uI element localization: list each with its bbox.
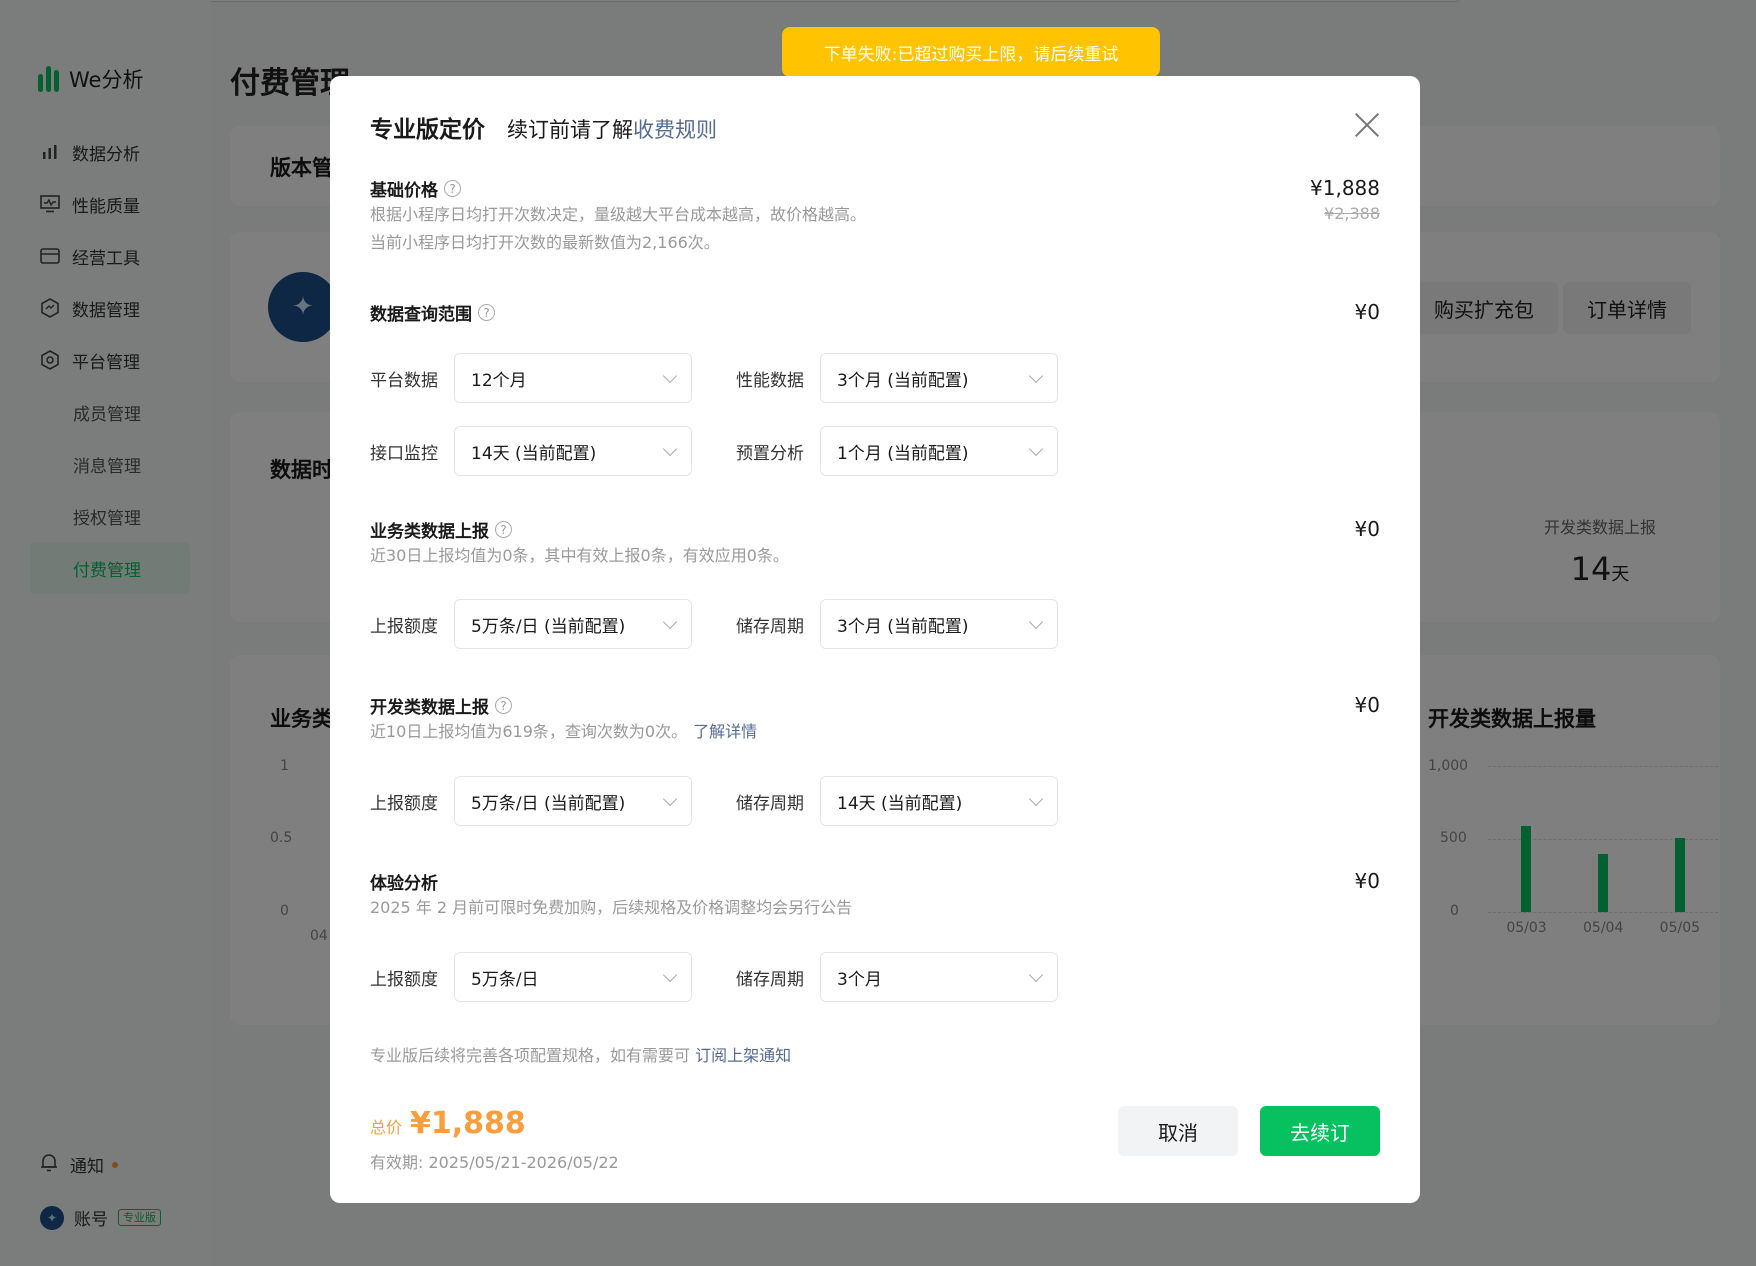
dev-quota-select[interactable]: 5万条/日 (当前配置) [454, 776, 692, 826]
chevron-down-icon [662, 614, 678, 629]
chevron-down-icon [662, 967, 678, 982]
preset-analysis-field: 预置分析 1个月 (当前配置) [736, 426, 1058, 476]
field-label: 预置分析 [736, 443, 804, 464]
help-icon[interactable]: ? [495, 697, 512, 714]
chevron-down-icon [1028, 368, 1044, 383]
dialog-header: 专业版定价 续订前请了解收费规则 [370, 110, 717, 144]
biz-report-section: 业务类数据上报? 近30日上报均值为0条，其中有效上报0条，有效应用0条。 ¥0 [370, 517, 1380, 570]
section-price: ¥1,888 ¥2,388 [1310, 176, 1380, 223]
billing-rules-link[interactable]: 收费规则 [633, 118, 717, 142]
section-desc: 2025 年 2 月前可限时免费加购，后续规格及价格调整均会另行公告 [370, 898, 853, 917]
api-monitor-field: 接口监控 14天 (当前配置) [370, 426, 692, 476]
api-monitor-select[interactable]: 14天 (当前配置) [454, 426, 692, 476]
section-price: ¥0 [1354, 517, 1380, 541]
exp-quota-select[interactable]: 5万条/日 [454, 952, 692, 1002]
base-price-section: 基础价格? 根据小程序日均打开次数决定，量级越大平台成本越高，故价格越高。 当前… [370, 176, 1380, 257]
field-label: 储存周期 [736, 616, 804, 637]
field-label: 接口监控 [370, 443, 438, 464]
section-price: ¥0 [1354, 869, 1380, 893]
exp-period-select[interactable]: 3个月 [820, 952, 1058, 1002]
field-label: 上报额度 [370, 616, 438, 637]
chevron-down-icon [1028, 614, 1044, 629]
biz-period-field: 储存周期 3个月 (当前配置) [736, 599, 1058, 649]
platform-data-field: 平台数据 12个月 [370, 353, 692, 403]
help-icon[interactable]: ? [444, 180, 461, 197]
chevron-down-icon [1028, 441, 1044, 456]
exp-period-field: 储存周期 3个月 [736, 952, 1058, 1002]
dev-report-section: 开发类数据上报? 近10日上报均值为619条，查询次数为0次。 了解详情 ¥0 [370, 693, 1380, 746]
current-price: ¥1,888 [1310, 176, 1380, 200]
experience-analysis-section: 体验分析 2025 年 2 月前可限时免费加购，后续规格及价格调整均会另行公告 … [370, 869, 1380, 922]
chevron-down-icon [662, 368, 678, 383]
query-range-section: 数据查询范围? ¥0 [370, 300, 1380, 325]
validity-period: 有效期: 2025/05/21-2026/05/22 [370, 1153, 619, 1172]
field-label: 储存周期 [736, 793, 804, 814]
perf-data-select[interactable]: 3个月 (当前配置) [820, 353, 1058, 403]
total-label: 总价 [370, 1118, 403, 1137]
section-title: 基础价格? [370, 176, 1380, 201]
dev-quota-field: 上报额度 5万条/日 (当前配置) [370, 776, 692, 826]
section-title: 业务类数据上报? [370, 517, 1380, 542]
field-label: 上报额度 [370, 793, 438, 814]
chevron-down-icon [662, 441, 678, 456]
chevron-down-icon [1028, 791, 1044, 806]
field-label: 性能数据 [736, 370, 804, 391]
learn-more-link[interactable]: 了解详情 [693, 722, 757, 741]
biz-quota-field: 上报额度 5万条/日 (当前配置) [370, 599, 692, 649]
cancel-button[interactable]: 取消 [1118, 1106, 1238, 1156]
chevron-down-icon [662, 791, 678, 806]
biz-period-select[interactable]: 3个月 (当前配置) [820, 599, 1058, 649]
section-desc: 当前小程序日均打开次数的最新数值为2,166次。 [370, 233, 720, 252]
section-price: ¥0 [1354, 693, 1380, 717]
field-label: 平台数据 [370, 370, 438, 391]
footer-note: 专业版后续将完善各项配置规格，如有需要可 订阅上架通知 [370, 1046, 792, 1065]
dev-period-select[interactable]: 14天 (当前配置) [820, 776, 1058, 826]
preset-analysis-select[interactable]: 1个月 (当前配置) [820, 426, 1058, 476]
help-icon[interactable]: ? [495, 521, 512, 538]
section-desc: 近30日上报均值为0条，其中有效上报0条，有效应用0条。 [370, 546, 789, 565]
section-title: 体验分析 [370, 874, 438, 894]
dialog-title: 专业版定价 [370, 117, 485, 143]
perf-data-field: 性能数据 3个月 (当前配置) [736, 353, 1058, 403]
biz-quota-select[interactable]: 5万条/日 (当前配置) [454, 599, 692, 649]
field-label: 上报额度 [370, 969, 438, 990]
total-price: 总价 ¥1,888 [370, 1106, 526, 1141]
help-icon[interactable]: ? [478, 304, 495, 321]
section-desc: 近10日上报均值为619条，查询次数为0次。 了解详情 [370, 722, 758, 741]
dev-period-field: 储存周期 14天 (当前配置) [736, 776, 1058, 826]
field-label: 储存周期 [736, 969, 804, 990]
original-price: ¥2,388 [1324, 204, 1380, 223]
subscribe-notice-link[interactable]: 订阅上架通知 [695, 1046, 791, 1065]
close-icon[interactable] [1354, 112, 1380, 138]
total-value: ¥1,888 [410, 1106, 526, 1141]
error-toast: 下单失败:已超过购买上限，请后续重试 [782, 27, 1160, 77]
pricing-dialog: 专业版定价 续订前请了解收费规则 基础价格? 根据小程序日均打开次数决定，量级越… [330, 76, 1420, 1203]
section-title: 数据查询范围? [370, 300, 1380, 325]
renew-button[interactable]: 去续订 [1260, 1106, 1380, 1156]
section-desc: 根据小程序日均打开次数决定，量级越大平台成本越高，故价格越高。 [370, 205, 867, 224]
section-price: ¥0 [1354, 300, 1380, 324]
app-root: We分析 数据分析 性能质量 经营工具 数据管理 平台管理 [0, 0, 1756, 1266]
dialog-subtitle: 续订前请了解收费规则 [507, 118, 717, 142]
exp-quota-field: 上报额度 5万条/日 [370, 952, 692, 1002]
platform-data-select[interactable]: 12个月 [454, 353, 692, 403]
section-title: 开发类数据上报? [370, 693, 1380, 718]
chevron-down-icon [1028, 967, 1044, 982]
